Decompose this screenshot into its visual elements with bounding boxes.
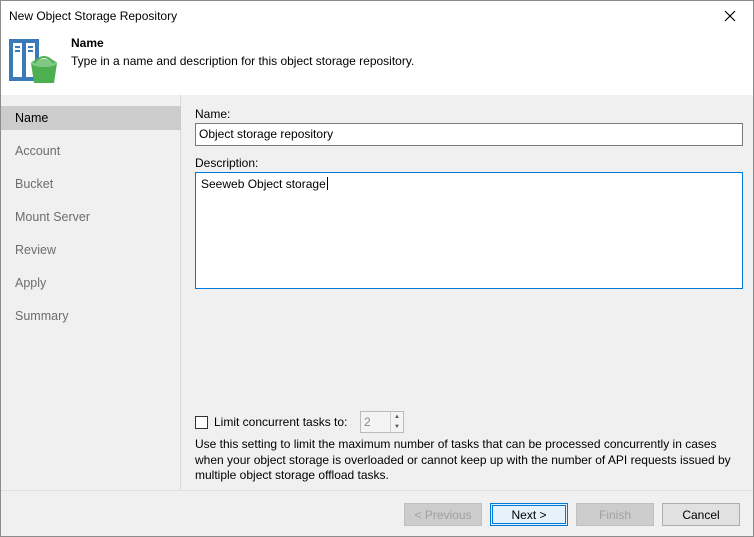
name-input[interactable]: Object storage repository xyxy=(195,123,743,146)
limit-tasks-stepper[interactable]: 2 ▲ ▼ xyxy=(360,411,404,433)
next-button[interactable]: Next > xyxy=(490,503,568,526)
sidebar-item-mount-server[interactable]: Mount Server xyxy=(1,205,181,229)
page-subtitle: Type in a name and description for this … xyxy=(71,54,415,68)
cancel-button[interactable]: Cancel xyxy=(662,503,740,526)
stepper-down-icon[interactable]: ▼ xyxy=(391,422,403,432)
wizard-footer: < Previous Next > Finish Cancel xyxy=(1,490,753,536)
title-bar: New Object Storage Repository xyxy=(1,1,753,31)
description-text: Seeweb Object storage xyxy=(201,177,326,191)
page-title: Name xyxy=(71,36,104,50)
wizard-steps-sidebar: Name Account Bucket Mount Server Review … xyxy=(1,95,181,490)
sidebar-item-review[interactable]: Review xyxy=(1,238,181,262)
object-storage-repository-icon xyxy=(7,36,59,86)
close-icon[interactable] xyxy=(707,1,753,31)
limit-tasks-row: Limit concurrent tasks to: xyxy=(195,412,347,432)
wizard-body: Name Account Bucket Mount Server Review … xyxy=(1,95,753,490)
finish-button[interactable]: Finish xyxy=(576,503,654,526)
name-label: Name: xyxy=(195,107,231,121)
sidebar-item-apply[interactable]: Apply xyxy=(1,271,181,295)
wizard-window: New Object Storage Repository Name Type … xyxy=(0,0,754,537)
sidebar-item-name[interactable]: Name xyxy=(1,106,181,130)
window-title: New Object Storage Repository xyxy=(9,9,178,23)
text-cursor xyxy=(326,177,328,190)
previous-button[interactable]: < Previous xyxy=(404,503,482,526)
stepper-arrows: ▲ ▼ xyxy=(390,412,403,432)
wizard-content: Name: Object storage repository Descript… xyxy=(182,95,753,490)
limit-tasks-checkbox[interactable] xyxy=(195,415,208,429)
limit-tasks-value: 2 xyxy=(364,415,371,429)
sidebar-item-account[interactable]: Account xyxy=(1,139,181,163)
sidebar-item-summary[interactable]: Summary xyxy=(1,304,181,328)
stepper-up-icon[interactable]: ▲ xyxy=(391,412,403,422)
limit-tasks-hint: Use this setting to limit the maximum nu… xyxy=(195,437,731,482)
wizard-header: Name Type in a name and description for … xyxy=(1,31,753,95)
description-textarea[interactable]: Seeweb Object storage xyxy=(195,172,743,289)
limit-tasks-label[interactable]: Limit concurrent tasks to: xyxy=(214,415,347,429)
sidebar-item-bucket[interactable]: Bucket xyxy=(1,172,181,196)
description-label: Description: xyxy=(195,156,259,170)
